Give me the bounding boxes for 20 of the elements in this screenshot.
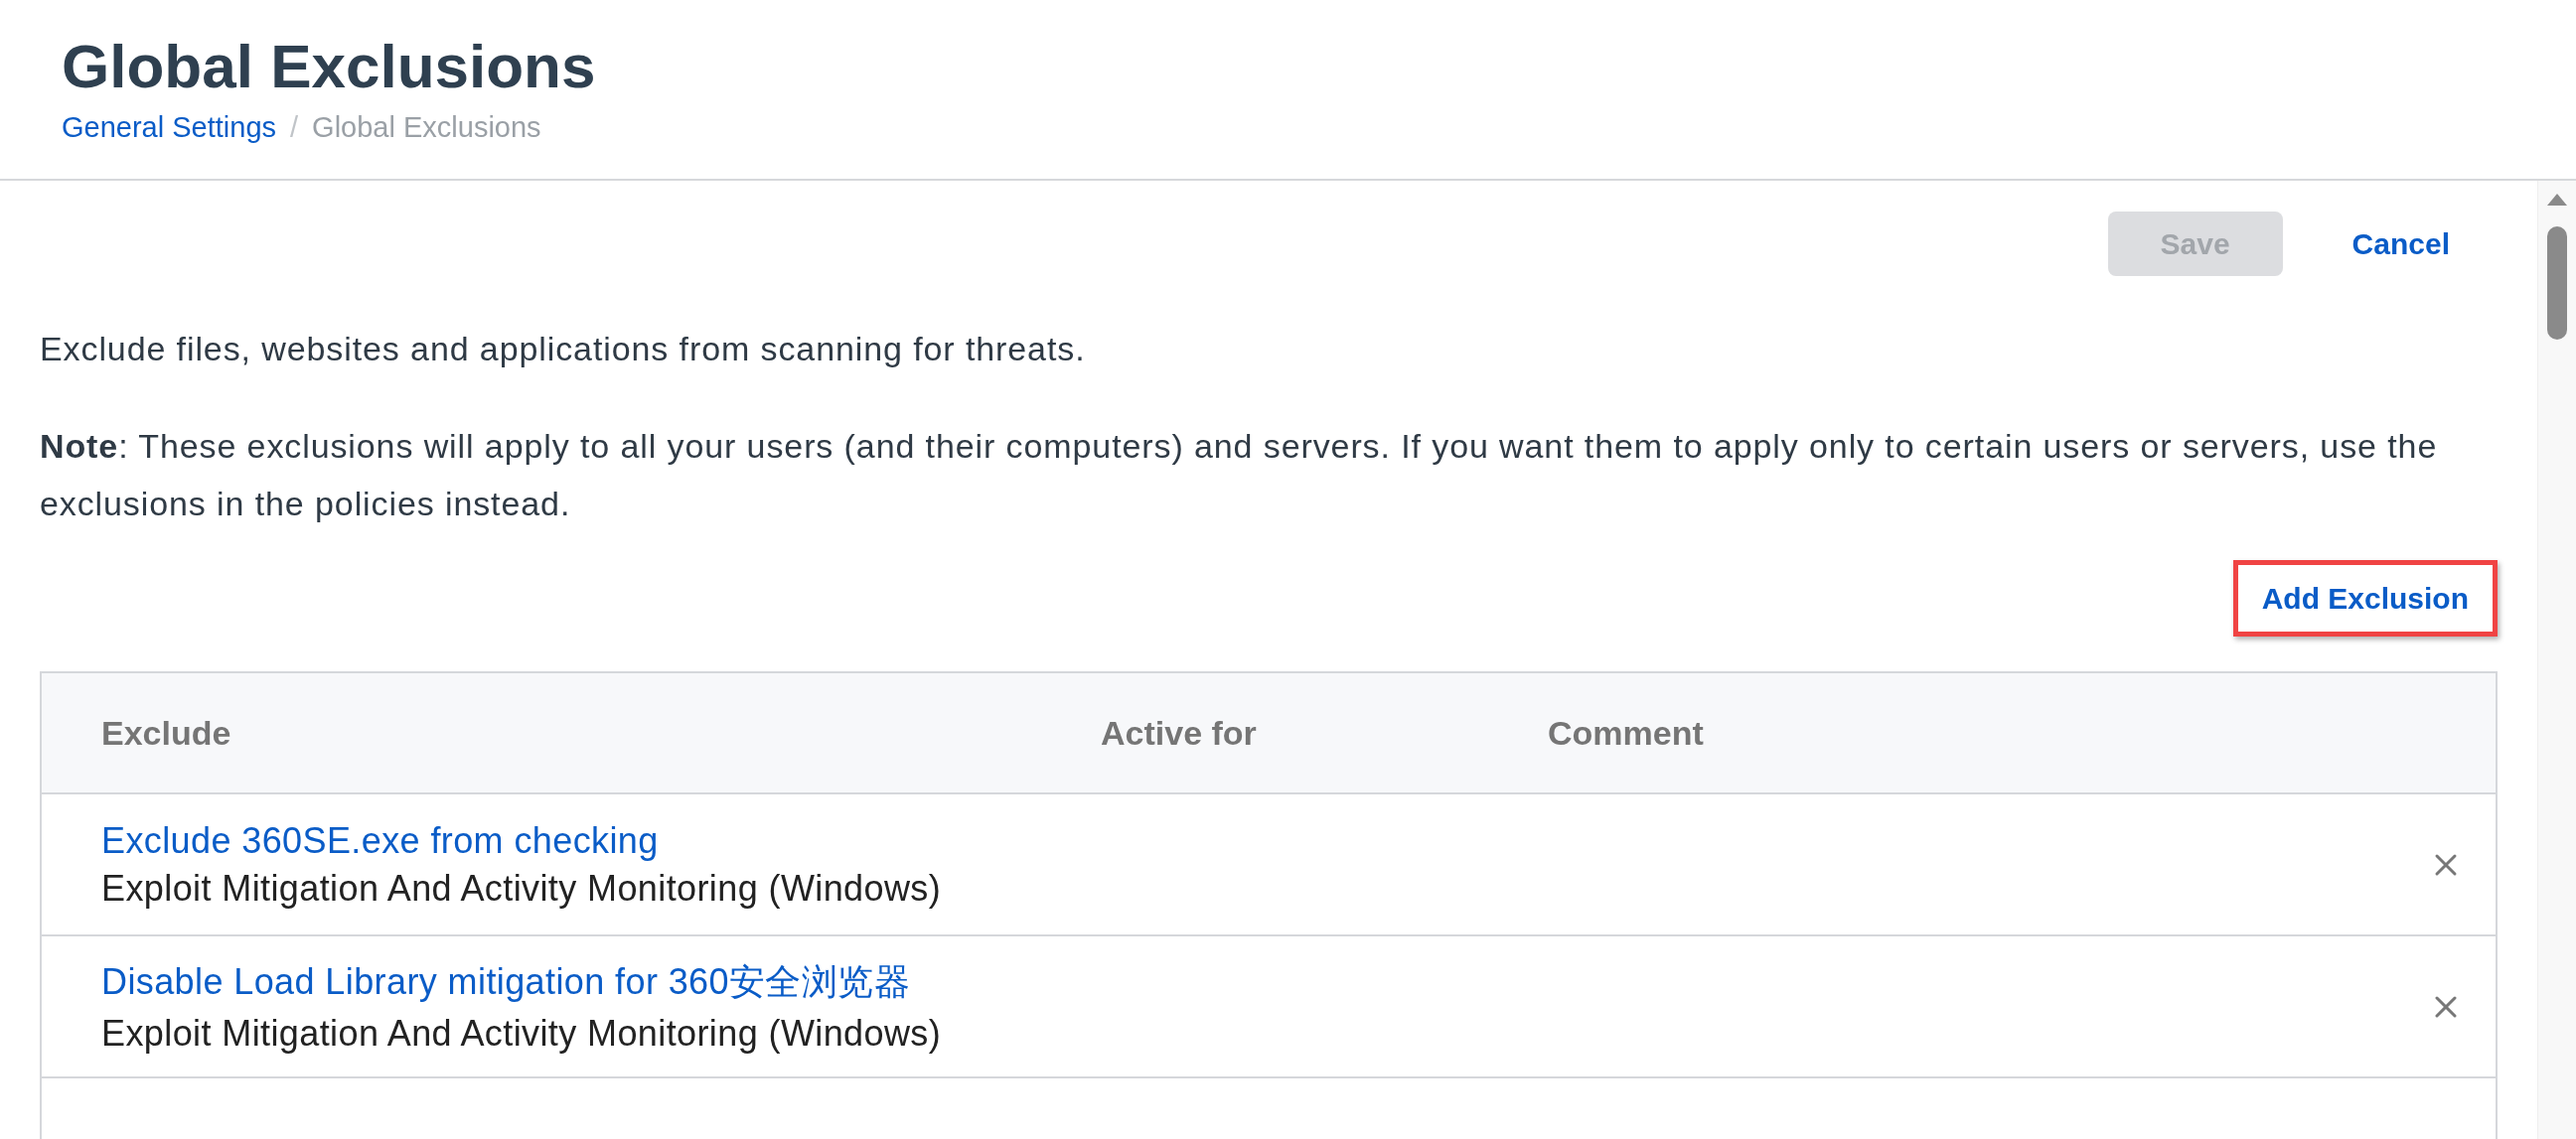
description-text: Exclude files, websites and applications from scanning for threats. [40,329,1087,369]
exclusion-type: Exploit Mitigation And Activity Monitoring (Windows) [101,867,943,910]
scrollbar-thumb[interactable] [2547,226,2567,340]
note-text: Note: These exclusions will apply to all your users (and their computers) and servers. If you want them to apply only to certain users or servers, use the exclusions in the policies instead. [40,426,2439,524]
add-exclusion-button[interactable]: Add Exclusion [2232,560,2498,637]
column-header: Active for [1101,713,1257,752]
breadcrumb-separator: / [290,111,299,144]
breadcrumb-current: Global Exclusions [312,111,541,144]
page-title: Global Exclusions [62,31,597,102]
close-icon[interactable] [2434,994,2458,1019]
cancel-button[interactable]: Cancel [2351,226,2450,261]
exclusion-type: Exploit Mitigation And Activity Monitoring (Windows) [101,1013,943,1055]
exclusion-link[interactable]: Exclude 360SE.exe from checking [101,819,2434,862]
scroll-up-icon[interactable] [2546,193,2568,207]
column-header: Exclude [101,713,231,752]
close-icon[interactable] [2434,852,2458,877]
scrollbar-track[interactable] [2537,181,2576,1139]
breadcrumb-link[interactable]: General Settings [62,111,276,144]
exclusion-link[interactable]: Disable Load Library mitigation for 360安全浏览器 [101,958,2434,1007]
column-header: Comment [1548,713,1704,752]
